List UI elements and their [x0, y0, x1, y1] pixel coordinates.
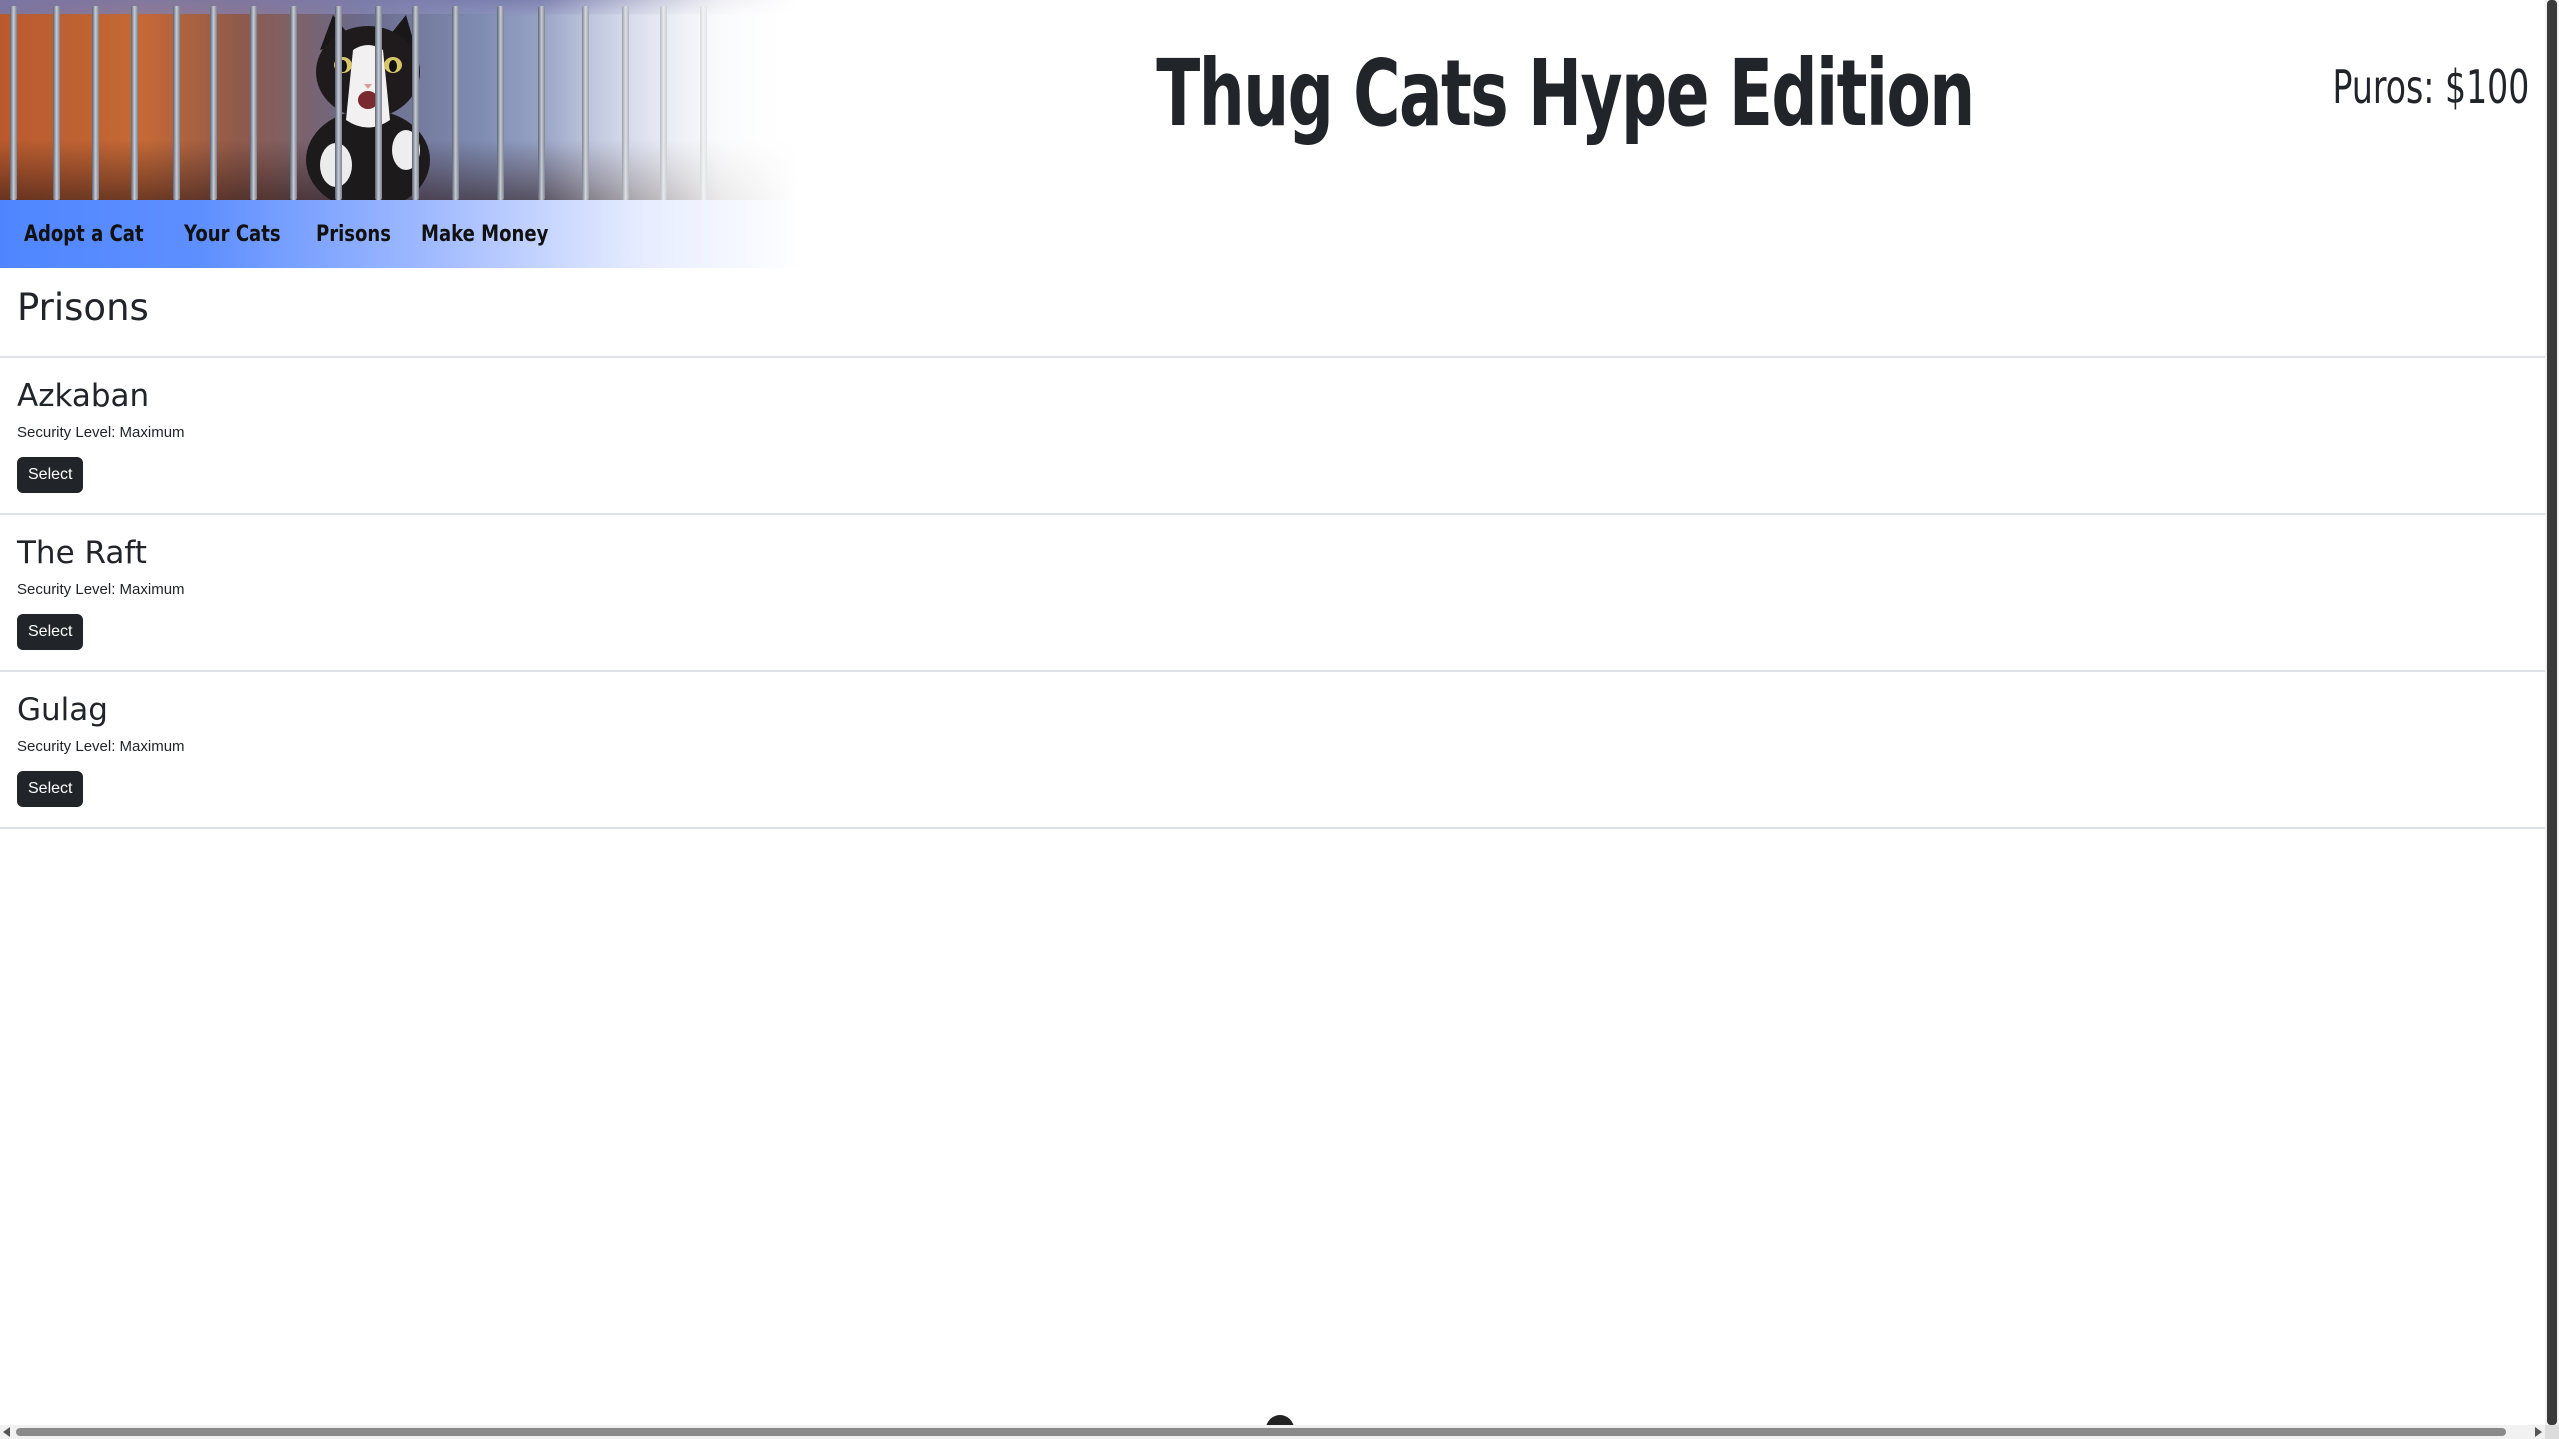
prison-name: Azkaban	[17, 378, 150, 414]
scroll-right-arrow-icon[interactable]	[2535, 1427, 2542, 1437]
site-title: Thug Cats Hype Edition	[1156, 40, 1975, 147]
scroll-indicator-dot	[1266, 1415, 1294, 1425]
vertical-scrollbar[interactable]	[2545, 0, 2559, 1439]
prison-name: The Raft	[17, 535, 147, 571]
prison-name: Gulag	[17, 692, 108, 728]
site-header: Thug Cats Hype Edition Puros: $100 Adopt…	[0, 0, 2545, 268]
nav-adopt-a-cat[interactable]: Adopt a Cat	[24, 222, 144, 247]
page-title: Prisons	[0, 268, 2545, 358]
main-nav: Adopt a Cat Your Cats Prisons Make Money	[0, 200, 800, 268]
security-level: Security Level: Maximum	[17, 738, 185, 755]
horizontal-scrollbar-thumb[interactable]	[16, 1428, 2506, 1436]
scroll-left-arrow-icon[interactable]	[3, 1427, 10, 1437]
select-button[interactable]: Select	[17, 771, 84, 807]
scrollbar-corner	[2545, 1425, 2559, 1439]
security-level: Security Level: Maximum	[17, 581, 185, 598]
balance-display: Puros: $100	[2332, 60, 2529, 114]
nav-your-cats[interactable]: Your Cats	[184, 222, 281, 247]
nav-make-money[interactable]: Make Money	[421, 222, 548, 247]
prison-card: Gulag Security Level: Maximum Select	[0, 672, 2545, 829]
select-button[interactable]: Select	[17, 457, 84, 493]
prison-card: Azkaban Security Level: Maximum Select	[0, 358, 2545, 515]
select-button[interactable]: Select	[17, 614, 84, 650]
security-level: Security Level: Maximum	[17, 424, 185, 441]
horizontal-scrollbar[interactable]	[0, 1425, 2545, 1439]
page: Thug Cats Hype Edition Puros: $100 Adopt…	[0, 0, 2545, 1425]
nav-prisons[interactable]: Prisons	[316, 222, 391, 247]
prison-card: The Raft Security Level: Maximum Select	[0, 515, 2545, 672]
vertical-scrollbar-thumb[interactable]	[2547, 0, 2557, 1425]
main-content: Prisons Azkaban Security Level: Maximum …	[0, 268, 2545, 829]
